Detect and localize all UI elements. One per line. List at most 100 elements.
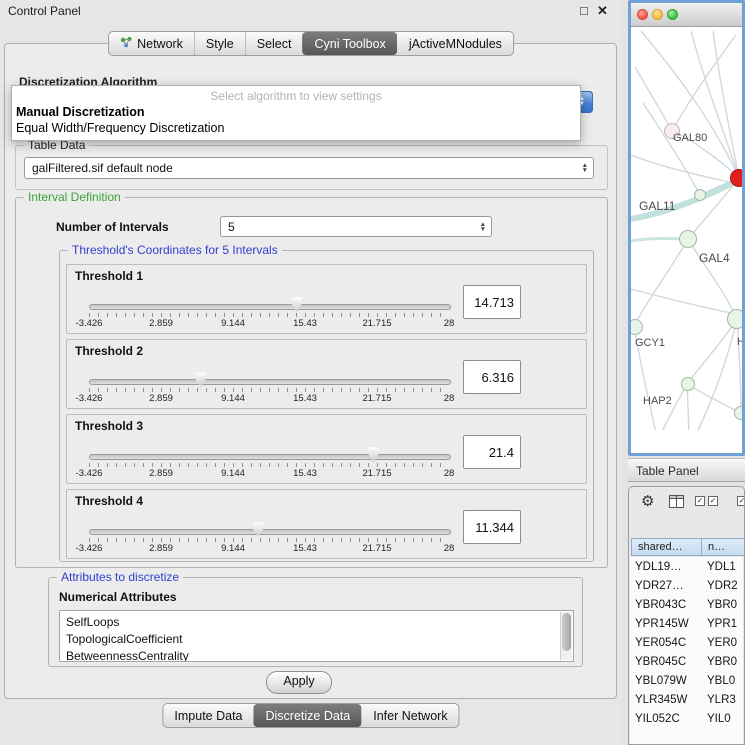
scale-label: 21.715 — [362, 318, 391, 329]
table-row[interactable]: YDR27…YDR2 — [630, 576, 743, 595]
table-data-combobox[interactable]: galFiltered.sif default node ▲ ▼ — [24, 157, 594, 179]
table-row[interactable]: YBR045CYBR0 — [630, 652, 743, 671]
checkbox-icon[interactable]: ✓ — [708, 496, 718, 506]
float-window-button[interactable]: □ — [580, 3, 588, 18]
cell-name: YPR1 — [705, 618, 737, 630]
tab-network[interactable]: Network — [109, 32, 194, 55]
table-row[interactable]: YBR043CYBR0 — [630, 595, 743, 614]
threshold-2-slider[interactable]: -3.426 2.859 9.144 15.43 21.715 28 — [89, 372, 449, 408]
tab-label: Style — [206, 37, 234, 51]
combobox-stepper-icon[interactable]: ▲ ▼ — [582, 163, 588, 173]
tab-infer-network[interactable]: Infer Network — [361, 704, 458, 727]
gear-icon[interactable]: ⚙ — [641, 492, 654, 510]
network-node[interactable] — [694, 189, 706, 201]
network-node[interactable] — [679, 230, 697, 248]
scale-label: 21.715 — [362, 543, 391, 554]
threshold-4-slider[interactable]: -3.426 2.859 9.144 15.43 21.715 28 — [89, 522, 449, 558]
tab-label: Select — [257, 37, 292, 51]
table-body: YDL19…YDL1 YDR27…YDR2 YBR043CYBR0 YPR145… — [630, 557, 743, 744]
arrow-down-icon: ▼ — [480, 227, 486, 232]
column-header-shared-name[interactable]: shared… — [631, 538, 702, 556]
list-item[interactable]: BetweennessCentrality — [66, 648, 573, 662]
columns-icon[interactable] — [669, 495, 684, 513]
close-panel-button[interactable]: ✕ — [597, 3, 608, 19]
scale-label: -3.426 — [76, 393, 103, 404]
column-header-name[interactable]: n… — [701, 538, 745, 556]
scale-label: -3.426 — [76, 318, 103, 329]
network-node[interactable] — [727, 309, 742, 329]
top-tab-bar: Network Style Select Cyni Toolbox jActiv… — [108, 31, 514, 56]
scale-label: 28 — [444, 543, 455, 554]
threshold-2-value-input[interactable] — [463, 360, 521, 394]
slider-scale: -3.426 2.859 9.144 15.43 21.715 28 — [89, 468, 449, 480]
thresholds-group: Threshold's Coordinates for 5 Intervals … — [59, 250, 594, 562]
table-row[interactable]: YLR345WYLR3 — [630, 690, 743, 709]
scale-label: 15.43 — [293, 468, 317, 479]
threshold-4-label: Threshold 4 — [75, 494, 143, 508]
node-label-gal4: GAL4 — [699, 251, 730, 265]
threshold-1-slider[interactable]: -3.426 2.859 9.144 15.43 21.715 28 — [89, 297, 449, 333]
dropdown-option-manual-discretization[interactable]: Manual Discretization — [12, 104, 580, 120]
tab-style[interactable]: Style — [194, 32, 245, 55]
table-row[interactable]: YIL052CYIL0 — [630, 709, 743, 728]
network-node[interactable] — [734, 406, 742, 420]
bottom-tab-bar: Impute Data Discretize Data Infer Networ… — [162, 703, 459, 728]
node-label-gal80: GAL80 — [673, 132, 707, 144]
slider-track[interactable] — [89, 454, 451, 460]
dropdown-option-equal-width-frequency[interactable]: Equal Width/Frequency Discretization — [12, 120, 580, 136]
threshold-3-slider[interactable]: -3.426 2.859 9.144 15.43 21.715 28 — [89, 447, 449, 483]
numerical-attributes-list[interactable]: SelfLoops TopologicalCoefficient Between… — [59, 610, 574, 662]
tab-impute-data[interactable]: Impute Data — [163, 704, 253, 727]
checkbox-icon[interactable]: ✓ — [695, 496, 705, 506]
slider-scale: -3.426 2.859 9.144 15.43 21.715 28 — [89, 318, 449, 330]
minimize-window-button[interactable] — [652, 9, 663, 20]
table-data-selected-value: galFiltered.sif default node — [32, 161, 173, 175]
close-window-button[interactable] — [637, 9, 648, 20]
cyni-toolbox-panel: Discretization Algorithm ▲ ▼ Select algo… — [4, 43, 617, 699]
table-row[interactable]: YPR145WYPR1 — [630, 614, 743, 633]
scale-label: 9.144 — [221, 543, 245, 554]
interval-definition-group: Interval Definition Number of Intervals … — [15, 197, 608, 568]
cell-name: YBR0 — [705, 656, 737, 668]
tab-jactivemnodules[interactable]: jActiveMNodules — [397, 32, 513, 55]
number-of-intervals-combobox[interactable]: 5 ▲ ▼ — [220, 216, 492, 237]
slider-track[interactable] — [89, 304, 451, 310]
table-row[interactable]: YDL19…YDL1 — [630, 557, 743, 576]
list-item[interactable]: TopologicalCoefficient — [66, 631, 573, 648]
network-canvas[interactable]: GAL80 GAL11 GAL4 GCY1 HAP2 H — [631, 27, 742, 430]
slider-track[interactable] — [89, 379, 451, 385]
combobox-stepper-icon[interactable]: ▲ ▼ — [480, 222, 486, 232]
control-panel: Control Panel □ ✕ Network Style Select C… — [0, 0, 622, 745]
network-node[interactable] — [681, 377, 695, 391]
table-row[interactable]: YBL079WYBL0 — [630, 671, 743, 690]
tab-cyni-toolbox[interactable]: Cyni Toolbox — [302, 32, 396, 55]
thresholds-group-title: Threshold's Coordinates for 5 Intervals — [68, 243, 282, 257]
table-row[interactable]: YER054CYER0 — [630, 633, 743, 652]
list-scrollbar[interactable] — [560, 612, 572, 660]
table-data-group: Table Data galFiltered.sif default node … — [15, 145, 608, 190]
scale-label: 28 — [444, 393, 455, 404]
slider-scale: -3.426 2.859 9.144 15.43 21.715 28 — [89, 543, 449, 555]
scale-label: 9.144 — [221, 468, 245, 479]
threshold-2-label: Threshold 2 — [75, 344, 143, 358]
table-toolbar: ⚙ ✓ ✓ ✓ — [629, 487, 744, 517]
slider-track[interactable] — [89, 529, 451, 535]
tab-label: jActiveMNodules — [409, 37, 502, 51]
list-item[interactable]: SelfLoops — [66, 614, 573, 631]
threshold-1-value-input[interactable] — [463, 285, 521, 319]
tab-label: Network — [137, 37, 183, 51]
threshold-3-value-input[interactable] — [463, 435, 521, 469]
apply-button[interactable]: Apply — [266, 671, 332, 694]
tab-discretize-data[interactable]: Discretize Data — [254, 704, 362, 727]
cell-shared-name: YDR27… — [630, 580, 705, 592]
threshold-4-value-input[interactable] — [463, 510, 521, 544]
zoom-window-button[interactable] — [667, 9, 678, 20]
numerical-attributes-label: Numerical Attributes — [59, 590, 177, 604]
tab-select[interactable]: Select — [245, 32, 303, 55]
scale-label: -3.426 — [76, 468, 103, 479]
scrollbar-thumb[interactable] — [562, 613, 571, 651]
node-label-partial: H — [737, 336, 742, 348]
checkbox-icon[interactable]: ✓ — [737, 496, 745, 506]
cell-name: YBR0 — [705, 599, 737, 611]
network-node-selected[interactable] — [730, 169, 742, 187]
